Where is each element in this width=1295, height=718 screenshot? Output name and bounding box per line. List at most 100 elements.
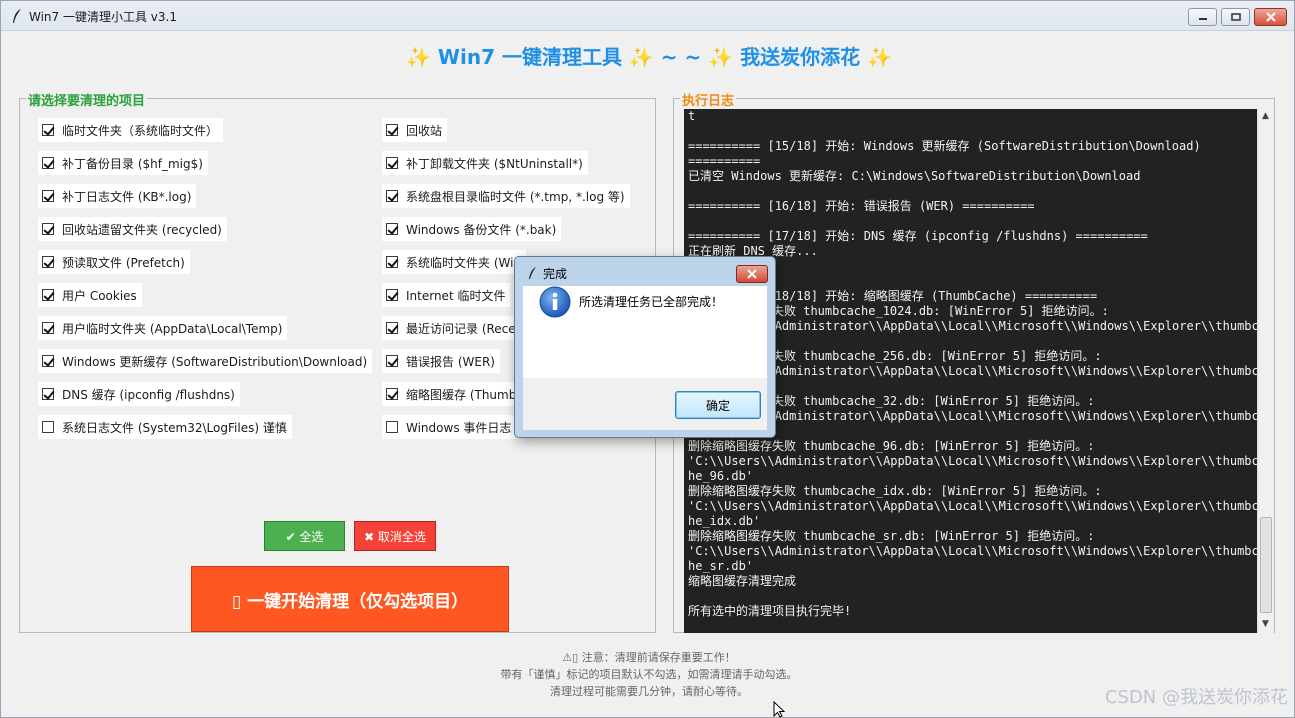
option-label: 缩略图缓存 (Thumb — [406, 387, 517, 402]
log-line: 'C:\\Users\\Administrator\\AppData\\Loca… — [688, 544, 1257, 558]
option-label: 预读取文件 (Prefetch) — [62, 255, 185, 270]
note-line-3: 清理过程可能需要几分钟，请耐心等待。 — [550, 685, 748, 698]
option-system-logs[interactable]: 系统日志文件 (System32\LogFiles) 谨慎 — [38, 415, 292, 439]
checkbox[interactable] — [42, 124, 54, 136]
option-label: 回收站 — [406, 123, 443, 138]
log-line: ========== — [688, 154, 761, 168]
log-line: he_96.db' — [688, 469, 754, 483]
option-label: Internet 临时文件 — [406, 288, 506, 303]
scroll-up-icon[interactable]: ▲ — [1262, 111, 1269, 121]
checkbox[interactable] — [42, 223, 54, 235]
window-title: Win7 一键清理小工具 v3.1 — [29, 10, 177, 24]
scroll-down-icon[interactable]: ▼ — [1262, 619, 1269, 629]
log-line: 所有选中的清理项目执行完毕! — [688, 604, 852, 618]
log-scrollbar[interactable]: ▲ ▼ — [1257, 109, 1274, 633]
checkbox[interactable] — [386, 157, 398, 169]
checkbox[interactable] — [386, 256, 398, 268]
checkbox[interactable] — [42, 157, 54, 169]
option-wer[interactable]: 错误报告 (WER) — [382, 349, 500, 373]
option-label: Windows 备份文件 (*.bak) — [406, 222, 557, 237]
option-dns-cache[interactable]: DNS 缓存 (ipconfig /flushdns) — [38, 382, 240, 406]
option-recent[interactable]: 最近访问记录 (Rece — [382, 316, 521, 340]
checkbox[interactable] — [42, 388, 54, 400]
complete-dialog: 完成 所选清理任务已全部完成！ 确定 — [514, 256, 776, 438]
checkbox[interactable] — [42, 355, 54, 367]
checkbox[interactable] — [42, 322, 54, 334]
option-user-temp[interactable]: 用户临时文件夹 (AppData\Local\Temp) — [38, 316, 288, 340]
option-bak-files[interactable]: Windows 备份文件 (*.bak) — [382, 217, 562, 241]
banner-title: ✨ Win7 一键清理工具 ✨ ~ ~ ✨ 我送炭你添花 ✨ — [406, 45, 892, 69]
watermark: CSDN @我送炭你添花 — [1104, 687, 1288, 708]
option-windows-temp[interactable]: 系统临时文件夹 (Win — [382, 250, 527, 274]
dialog-close-button[interactable] — [736, 265, 768, 283]
option-label: 用户 Cookies — [62, 288, 137, 303]
select-all-button[interactable]: ✔ 全选 — [264, 521, 345, 551]
option-label: 系统临时文件夹 (Win — [406, 255, 522, 270]
mouse-cursor-icon — [773, 701, 785, 718]
log-line: ========== [17/18] 开始: DNS 缓存 (ipconfig … — [688, 229, 1148, 243]
option-label: Windows 更新缓存 (SoftwareDistribution\Downl… — [62, 354, 368, 369]
log-line: ========== [15/18] 开始: Windows 更新缓存 (Sof… — [688, 139, 1201, 153]
option-event-logs[interactable]: Windows 事件日志 — [382, 415, 517, 439]
option-hf-mig[interactable]: 补丁备份目录 ($hf_mig$) — [38, 151, 208, 175]
scroll-thumb[interactable] — [1260, 517, 1272, 613]
option-ntuninstall[interactable]: 补丁卸载文件夹 ($NtUninstall*) — [382, 151, 588, 175]
checkbox[interactable] — [42, 256, 54, 268]
option-label: 回收站遗留文件夹 (recycled) — [62, 222, 222, 237]
log-line: 删除缩略图缓存失败 thumbcache_sr.db: [WinError 5]… — [688, 529, 1095, 543]
option-temp-folder[interactable]: 临时文件夹（系统临时文件） — [38, 118, 224, 142]
option-prefetch[interactable]: 预读取文件 (Prefetch) — [38, 250, 190, 274]
dialog-title: 完成 — [543, 267, 568, 281]
restore-icon — [1230, 13, 1241, 21]
close-button[interactable] — [1254, 8, 1287, 26]
checkbox[interactable] — [42, 190, 54, 202]
log-line: t — [688, 109, 696, 123]
option-label: 补丁卸载文件夹 ($NtUninstall*) — [406, 156, 583, 171]
option-kb-log[interactable]: 补丁日志文件 (KB*.log) — [38, 184, 197, 208]
option-root-temp[interactable]: 系统盘根目录临时文件 (*.tmp, *.log 等) — [382, 184, 630, 208]
option-label: 补丁日志文件 (KB*.log) — [62, 189, 192, 204]
option-update-cache[interactable]: Windows 更新缓存 (SoftwareDistribution\Downl… — [38, 349, 373, 373]
note-line-1: ⚠▯ 注意：清理前请保存重要工作！ — [562, 651, 736, 664]
option-recycle-bin[interactable]: 回收站 — [382, 118, 448, 142]
checkbox[interactable] — [386, 124, 398, 136]
option-thumbcache[interactable]: 缩略图缓存 (Thumb — [382, 382, 522, 406]
log-legend: 执行日志 — [680, 90, 737, 109]
checkbox[interactable] — [386, 223, 398, 235]
options-legend: 请选择要清理的项目 — [26, 90, 148, 109]
checkbox[interactable] — [386, 289, 398, 301]
feather-icon — [13, 9, 21, 23]
option-cookies[interactable]: 用户 Cookies — [38, 283, 142, 307]
info-icon — [539, 286, 571, 318]
minimize-button[interactable] — [1188, 8, 1217, 26]
checkbox[interactable] — [386, 322, 398, 334]
deselect-all-button[interactable]: ✖ 取消全选 — [354, 521, 436, 551]
checkbox[interactable] — [386, 421, 398, 433]
option-recycled[interactable]: 回收站遗留文件夹 (recycled) — [38, 217, 227, 241]
minimize-icon — [1198, 18, 1207, 20]
checkbox[interactable] — [42, 289, 54, 301]
checkbox[interactable] — [386, 388, 398, 400]
log-line: 缩略图缓存清理完成 — [688, 574, 797, 588]
log-line: ========== [16/18] 开始: 错误报告 (WER) ======… — [688, 199, 1035, 213]
option-internet-temp[interactable]: Internet 临时文件 — [382, 283, 511, 307]
option-label: 系统盘根目录临时文件 (*.tmp, *.log 等) — [406, 189, 625, 204]
start-clean-button[interactable]: ▯ 一键开始清理（仅勾选项目） — [191, 566, 509, 632]
log-line: he_sr.db' — [688, 559, 754, 573]
checkbox[interactable] — [386, 355, 398, 367]
note-line-2: 带有「谨慎」标记的项目默认不勾选，如需清理请手动勾选。 — [500, 668, 798, 681]
checkbox[interactable] — [42, 421, 54, 433]
checkbox[interactable] — [386, 190, 398, 202]
maximize-button[interactable] — [1221, 8, 1250, 26]
feather-icon — [529, 267, 536, 279]
option-label: 临时文件夹（系统临时文件） — [62, 123, 219, 138]
option-label: 系统日志文件 (System32\LogFiles) 谨慎 — [62, 420, 287, 435]
log-line: 'C:\\Users\\Administrator\\AppData\\Loca… — [688, 499, 1257, 513]
ok-button[interactable]: 确定 — [675, 391, 761, 419]
log-line: 删除缩略图缓存失败 thumbcache_96.db: [WinError 5]… — [688, 439, 1095, 453]
title-bar[interactable]: Win7 一键清理小工具 v3.1 — [1, 1, 1294, 31]
option-label: 最近访问记录 (Rece — [406, 321, 516, 336]
close-icon — [747, 269, 757, 279]
